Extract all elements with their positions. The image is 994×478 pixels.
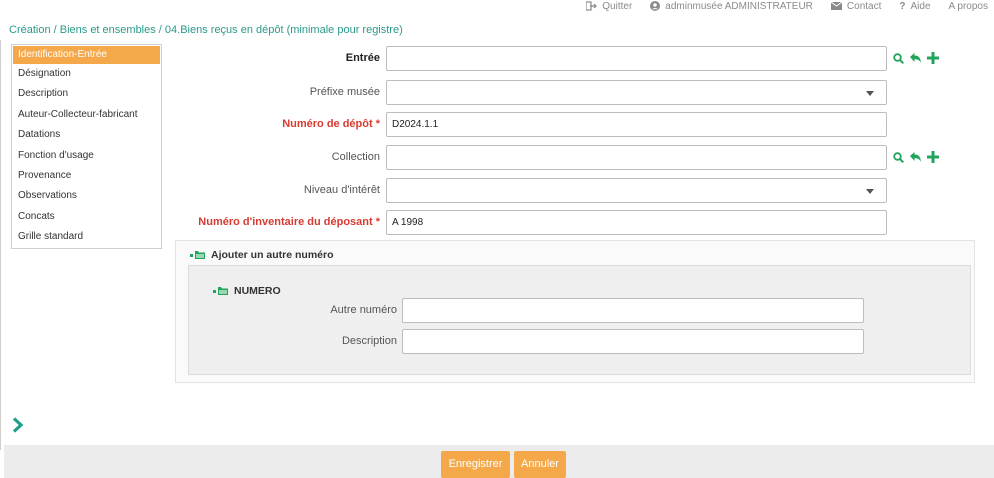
quit-label: Quitter — [602, 0, 633, 12]
row-autre-numero: Autre numéro — [189, 298, 969, 324]
chevron-right-icon[interactable] — [12, 417, 24, 433]
help-link[interactable]: ? Aide — [899, 1, 930, 12]
breadcrumb[interactable]: Création / Biens et ensembles / 04.Biens… — [9, 24, 403, 36]
envelope-icon — [830, 2, 842, 10]
panel-title-label: Ajouter un autre numéro — [211, 249, 334, 261]
autre-numero-input[interactable] — [402, 298, 864, 323]
help-label: Aide — [910, 0, 931, 12]
numero-group-label: NUMERO — [234, 285, 281, 297]
question-icon: ? — [899, 0, 906, 12]
numero-depot-label: Numéro de dépôt * — [282, 118, 380, 130]
caret-down-icon — [866, 189, 874, 194]
user-circle-icon — [650, 1, 661, 11]
plus-icon[interactable] — [927, 52, 939, 64]
save-button[interactable]: Enregistrer — [441, 451, 510, 478]
collection-actions — [893, 151, 939, 163]
collection-label: Collection — [331, 151, 380, 163]
cancel-button[interactable]: Annuler — [514, 451, 566, 478]
top-menu: Quitter adminmusée ADMINISTRATEUR Contac… — [586, 0, 988, 12]
plus-icon[interactable] — [927, 151, 939, 163]
row-description: Description — [189, 329, 969, 355]
description-label: Description — [341, 335, 397, 347]
entree-label: Entrée — [345, 52, 380, 64]
row-entree: Entrée — [0, 46, 994, 72]
search-icon[interactable] — [893, 52, 904, 64]
prefixe-label: Préfixe musée — [309, 86, 380, 98]
prefixe-select[interactable] — [386, 80, 887, 105]
row-numero-inventaire: Numéro d'inventaire du déposant * A 1998 — [0, 210, 994, 236]
autre-numero-label: Autre numéro — [330, 304, 397, 316]
contact-link[interactable]: Contact — [830, 0, 882, 12]
user-link[interactable]: adminmusée ADMINISTRATEUR — [650, 1, 813, 12]
numero-group: NUMERO Autre numéro Description — [188, 265, 971, 375]
user-label: adminmusée ADMINISTRATEUR — [665, 0, 813, 12]
search-icon[interactable] — [893, 151, 904, 163]
autre-numero-panel: Ajouter un autre numéro NUMERO Autre num… — [175, 240, 975, 383]
numero-group-title[interactable]: NUMERO — [213, 285, 281, 297]
reply-icon[interactable] — [910, 53, 921, 63]
row-numero-depot: Numéro de dépôt * D2024.1.1 — [0, 112, 994, 138]
entree-input[interactable] — [386, 46, 887, 71]
about-label: A propos — [948, 0, 988, 12]
row-prefixe: Préfixe musée — [0, 80, 994, 106]
niveau-label: Niveau d'intérêt — [303, 184, 380, 196]
row-niveau: Niveau d'intérêt — [0, 178, 994, 204]
niveau-select[interactable] — [386, 178, 887, 203]
contact-label: Contact — [846, 0, 882, 12]
collection-input[interactable] — [386, 145, 887, 170]
numero-depot-input[interactable]: D2024.1.1 — [386, 112, 887, 137]
footer-bar: Enregistrer Annuler — [4, 445, 994, 478]
folder-open-icon — [213, 287, 228, 295]
sign-out-icon — [586, 1, 598, 11]
numero-inventaire-input[interactable]: A 1998 — [386, 210, 887, 235]
numero-inventaire-label: Numéro d'inventaire du déposant * — [198, 216, 380, 228]
folder-open-icon — [190, 251, 205, 259]
panel-title[interactable]: Ajouter un autre numéro — [190, 249, 334, 261]
reply-icon[interactable] — [910, 152, 921, 162]
row-collection: Collection — [0, 145, 994, 171]
caret-down-icon — [866, 91, 874, 96]
description-input[interactable] — [402, 329, 864, 354]
entree-actions — [893, 52, 939, 64]
about-link[interactable]: A propos — [949, 1, 988, 12]
quit-link[interactable]: Quitter — [586, 1, 632, 12]
